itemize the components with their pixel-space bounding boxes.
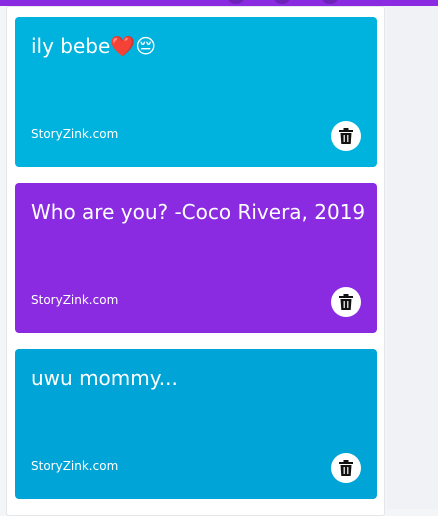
delete-button[interactable] bbox=[331, 287, 361, 317]
trash-icon bbox=[339, 460, 353, 476]
quote-card: ily bebe❤️😔 StoryZink.com bbox=[15, 17, 377, 167]
quote-text: Who are you? -Coco Rivera, 2019 bbox=[31, 200, 366, 224]
quote-text: ily bebe❤️😔 bbox=[31, 34, 157, 58]
nav-icon-partial[interactable] bbox=[228, 0, 244, 4]
quote-card: uwu mommy... StoryZink.com bbox=[15, 349, 377, 499]
quote-source: StoryZink.com bbox=[31, 127, 119, 141]
right-gutter bbox=[387, 6, 438, 509]
quote-source: StoryZink.com bbox=[31, 293, 119, 307]
trash-icon bbox=[339, 294, 353, 310]
quote-source: StoryZink.com bbox=[31, 459, 119, 473]
quote-card: Who are you? -Coco Rivera, 2019 StoryZin… bbox=[15, 183, 377, 333]
nav-icon-partial[interactable] bbox=[322, 0, 338, 4]
trash-icon bbox=[339, 128, 353, 144]
nav-icon-partial[interactable] bbox=[274, 0, 290, 4]
delete-button[interactable] bbox=[331, 121, 361, 151]
delete-button[interactable] bbox=[331, 453, 361, 483]
quote-text: uwu mommy... bbox=[31, 366, 178, 390]
